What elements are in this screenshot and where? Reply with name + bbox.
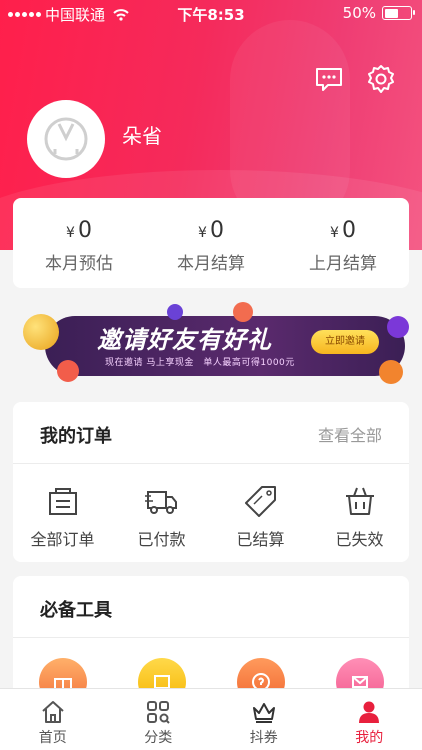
tab-coupons[interactable]: 抖券 — [211, 689, 317, 750]
stat-label: 上月结算 — [309, 254, 377, 274]
avatar[interactable] — [27, 100, 105, 178]
currency-symbol: ¥ — [66, 225, 75, 241]
balloon-decoration — [167, 304, 183, 320]
invite-button[interactable]: 立即邀请 — [311, 330, 379, 354]
order-paid[interactable]: 已付款 — [112, 464, 211, 550]
order-all[interactable]: 全部订单 — [13, 464, 112, 550]
bag-icon — [48, 488, 77, 515]
order-invalid[interactable]: 已失效 — [310, 464, 409, 550]
view-all-orders-link[interactable]: 查看全部 — [318, 422, 382, 446]
coin-decoration — [23, 314, 59, 350]
balloon-decoration — [233, 302, 253, 322]
basket-icon — [345, 487, 374, 515]
stat-label: 本月预估 — [45, 254, 113, 274]
tools-title: 必备工具 — [40, 600, 112, 621]
stat-month-settled[interactable]: ¥0 本月结算 — [145, 198, 277, 288]
order-paid-label: 已付款 — [137, 530, 186, 549]
stat-value: 0 — [209, 218, 224, 243]
balloon-decoration — [387, 316, 409, 338]
battery-icon — [382, 6, 415, 20]
battery-percent: 50% — [342, 4, 376, 22]
invite-banner[interactable]: 邀请好友有好礼 现在邀请 马上享现金 单人最高可得1000元 立即邀请 — [15, 298, 409, 390]
stat-month-estimate[interactable]: ¥0 本月预估 — [13, 198, 145, 288]
tab-label: 我的 — [355, 730, 384, 746]
order-settled-label: 已结算 — [236, 530, 285, 549]
grid-icon — [147, 701, 170, 724]
user-icon — [359, 701, 380, 723]
tab-bar: 首页 分类 抖券 我的 — [0, 688, 422, 750]
banner-subtitle: 现在邀请 马上享现金 单人最高可得1000元 — [105, 358, 295, 368]
tab-home[interactable]: 首页 — [0, 689, 106, 750]
stat-label: 本月结算 — [177, 254, 245, 274]
order-all-label: 全部订单 — [30, 530, 95, 549]
stat-last-month-settled[interactable]: ¥0 上月结算 — [277, 198, 409, 288]
order-invalid-label: 已失效 — [335, 530, 384, 549]
chat-icon[interactable] — [314, 64, 344, 94]
earnings-summary: ¥0 本月预估 ¥0 本月结算 ¥0 上月结算 — [13, 198, 409, 288]
gear-icon[interactable] — [366, 64, 396, 94]
tag-icon — [244, 486, 276, 517]
order-settled[interactable]: 已结算 — [211, 464, 310, 550]
tab-label: 首页 — [38, 730, 67, 746]
banner-title: 邀请好友有好礼 — [97, 326, 272, 354]
tab-mine[interactable]: 我的 — [317, 689, 422, 750]
truck-icon — [144, 491, 177, 514]
currency-symbol: ¥ — [330, 225, 339, 241]
stat-value: 0 — [341, 218, 356, 243]
tab-label: 抖券 — [249, 730, 278, 746]
orders-title: 我的订单 — [40, 426, 112, 447]
crown-icon — [252, 703, 275, 723]
avatar-placeholder-icon — [44, 117, 88, 161]
currency-symbol: ¥ — [198, 225, 207, 241]
username: 朵省 — [122, 124, 162, 148]
status-bar: 中国联通 下午8:53 50% — [0, 0, 422, 28]
balloon-decoration — [379, 360, 403, 384]
tab-category[interactable]: 分类 — [106, 689, 212, 750]
stat-value: 0 — [77, 218, 92, 243]
balloon-decoration — [57, 360, 79, 382]
home-icon — [42, 701, 64, 723]
tab-label: 分类 — [144, 730, 173, 746]
orders-card: 我的订单 查看全部 全部订单 已付款 已结算 已失效 — [13, 402, 409, 562]
